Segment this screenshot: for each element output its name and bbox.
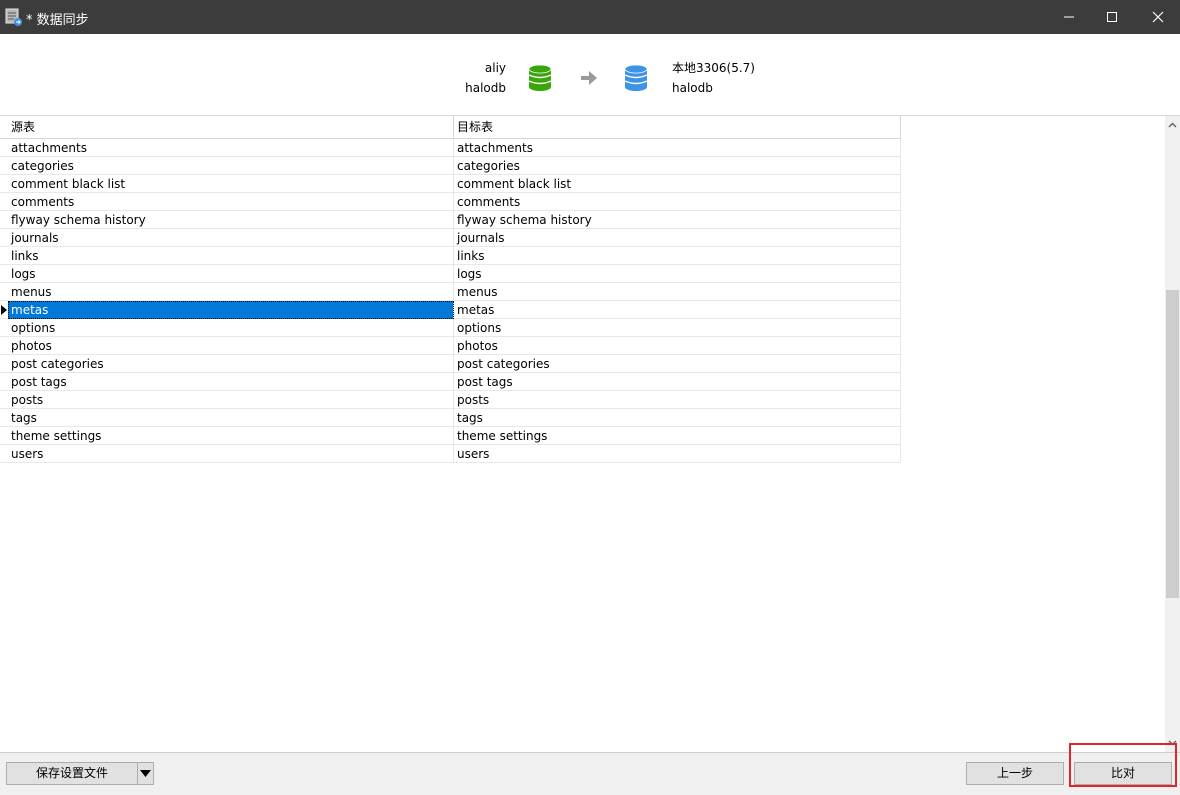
chevron-down-icon (1168, 740, 1177, 746)
source-table-cell[interactable]: post categories (8, 355, 454, 373)
target-server-name: 本地3306(5.7) (672, 58, 872, 78)
table-row[interactable]: tags tags (0, 409, 901, 427)
current-row-indicator-icon (1, 305, 7, 315)
table-row[interactable]: flyway schema history flyway schema histo… (0, 211, 901, 229)
target-table-cell[interactable]: comments (454, 193, 901, 211)
table-row[interactable]: logs logs (0, 265, 901, 283)
maximize-icon (1106, 11, 1118, 23)
target-table-cell[interactable]: comment black list (454, 175, 901, 193)
source-table-cell[interactable]: comment black list (8, 175, 454, 193)
source-table-cell[interactable]: post tags (8, 373, 454, 391)
table-row[interactable]: post categories post categories (0, 355, 901, 373)
table-row[interactable]: post tags post tags (0, 373, 901, 391)
table-row[interactable]: users users (0, 445, 901, 463)
target-table-cell[interactable]: menus (454, 283, 901, 301)
source-table-cell[interactable]: journals (8, 229, 454, 247)
save-settings-button[interactable]: 保存设置文件 (6, 762, 138, 785)
source-table-cell[interactable]: posts (8, 391, 454, 409)
target-table-cell[interactable]: posts (454, 391, 901, 409)
table-row[interactable]: comment black list comment black list (0, 175, 901, 193)
target-table-cell[interactable]: journals (454, 229, 901, 247)
target-table-cell[interactable]: flyway schema history (454, 211, 901, 229)
source-table-cell[interactable]: attachments (8, 139, 454, 157)
source-database-icon (528, 64, 552, 92)
target-table-cell[interactable]: post categories (454, 355, 901, 373)
source-table-cell[interactable]: menus (8, 283, 454, 301)
title-bar: * 数据同步 (0, 0, 1180, 34)
table-row[interactable]: options options (0, 319, 901, 337)
table-row[interactable]: categories categories (0, 157, 901, 175)
source-table-cell[interactable]: photos (8, 337, 454, 355)
target-table-cell[interactable]: post tags (454, 373, 901, 391)
grid-header: 源表 目标表 (0, 116, 901, 139)
source-table-cell[interactable]: tags (8, 409, 454, 427)
target-table-cell[interactable]: tags (454, 409, 901, 427)
target-table-cell[interactable]: links (454, 247, 901, 265)
source-table-cell[interactable]: comments (8, 193, 454, 211)
source-table-cell[interactable]: categories (8, 157, 454, 175)
target-database-icon (624, 64, 648, 92)
table-row[interactable]: links links (0, 247, 901, 265)
target-table-cell[interactable]: users (454, 445, 901, 463)
table-row[interactable]: metas metas (0, 301, 901, 319)
table-mapping-area: 源表 目标表 attachments attachments categories c… (0, 116, 1165, 752)
source-table-cell[interactable]: theme settings (8, 427, 454, 445)
arrow-right-icon (580, 70, 598, 86)
footer-bar: 保存设置文件 上一步 比对 (0, 752, 1180, 795)
previous-step-button[interactable]: 上一步 (966, 762, 1064, 785)
target-table-cell[interactable]: options (454, 319, 901, 337)
vertical-scrollbar[interactable] (1165, 116, 1180, 752)
table-row[interactable]: photos photos (0, 337, 901, 355)
triangle-down-icon (140, 770, 151, 777)
source-table-cell[interactable]: metas (8, 301, 454, 319)
target-table-cell[interactable]: attachments (454, 139, 901, 157)
scrollbar-thumb[interactable] (1166, 290, 1179, 598)
target-database-name: halodb (672, 78, 872, 98)
source-server-name: aliy (420, 58, 506, 78)
table-row[interactable]: attachments attachments (0, 139, 901, 157)
target-table-cell[interactable]: photos (454, 337, 901, 355)
target-connection: 本地3306(5.7) halodb (672, 58, 872, 98)
target-table-cell[interactable]: metas (454, 301, 901, 319)
source-table-cell[interactable]: links (8, 247, 454, 265)
target-table-cell[interactable]: categories (454, 157, 901, 175)
table-row[interactable]: menus menus (0, 283, 901, 301)
source-table-cell[interactable]: logs (8, 265, 454, 283)
table-row[interactable]: comments comments (0, 193, 901, 211)
minimize-button[interactable] (1046, 0, 1092, 34)
source-table-cell[interactable]: users (8, 445, 454, 463)
database-sync-icon (5, 7, 23, 27)
source-table-cell[interactable]: options (8, 319, 454, 337)
chevron-up-icon (1168, 122, 1177, 128)
grid-rows: attachments attachments categories categori… (0, 139, 901, 463)
column-header-target[interactable]: 目标表 (454, 116, 901, 139)
source-table-cell[interactable]: flyway schema history (8, 211, 454, 229)
close-button[interactable] (1135, 0, 1180, 34)
column-header-source[interactable]: 源表 (8, 116, 454, 139)
source-connection: aliy halodb (420, 58, 506, 98)
compare-button[interactable]: 比对 (1074, 762, 1172, 785)
source-database-name: halodb (420, 78, 506, 98)
window-title: * 数据同步 (26, 9, 89, 28)
table-row[interactable]: theme settings theme settings (0, 427, 901, 445)
target-table-cell[interactable]: logs (454, 265, 901, 283)
table-row[interactable]: posts posts (0, 391, 901, 409)
minimize-icon (1063, 11, 1075, 23)
save-settings-dropdown-button[interactable] (137, 762, 154, 785)
maximize-button[interactable] (1089, 0, 1135, 34)
connection-header: aliy halodb 本地3306(5.7) halodb (0, 34, 1180, 116)
scroll-up-button[interactable] (1165, 118, 1180, 132)
table-mapping-grid: 源表 目标表 attachments attachments categories c… (0, 116, 901, 463)
scroll-down-button[interactable] (1165, 736, 1180, 750)
close-icon (1152, 11, 1164, 23)
table-row[interactable]: journals journals (0, 229, 901, 247)
target-table-cell[interactable]: theme settings (454, 427, 901, 445)
